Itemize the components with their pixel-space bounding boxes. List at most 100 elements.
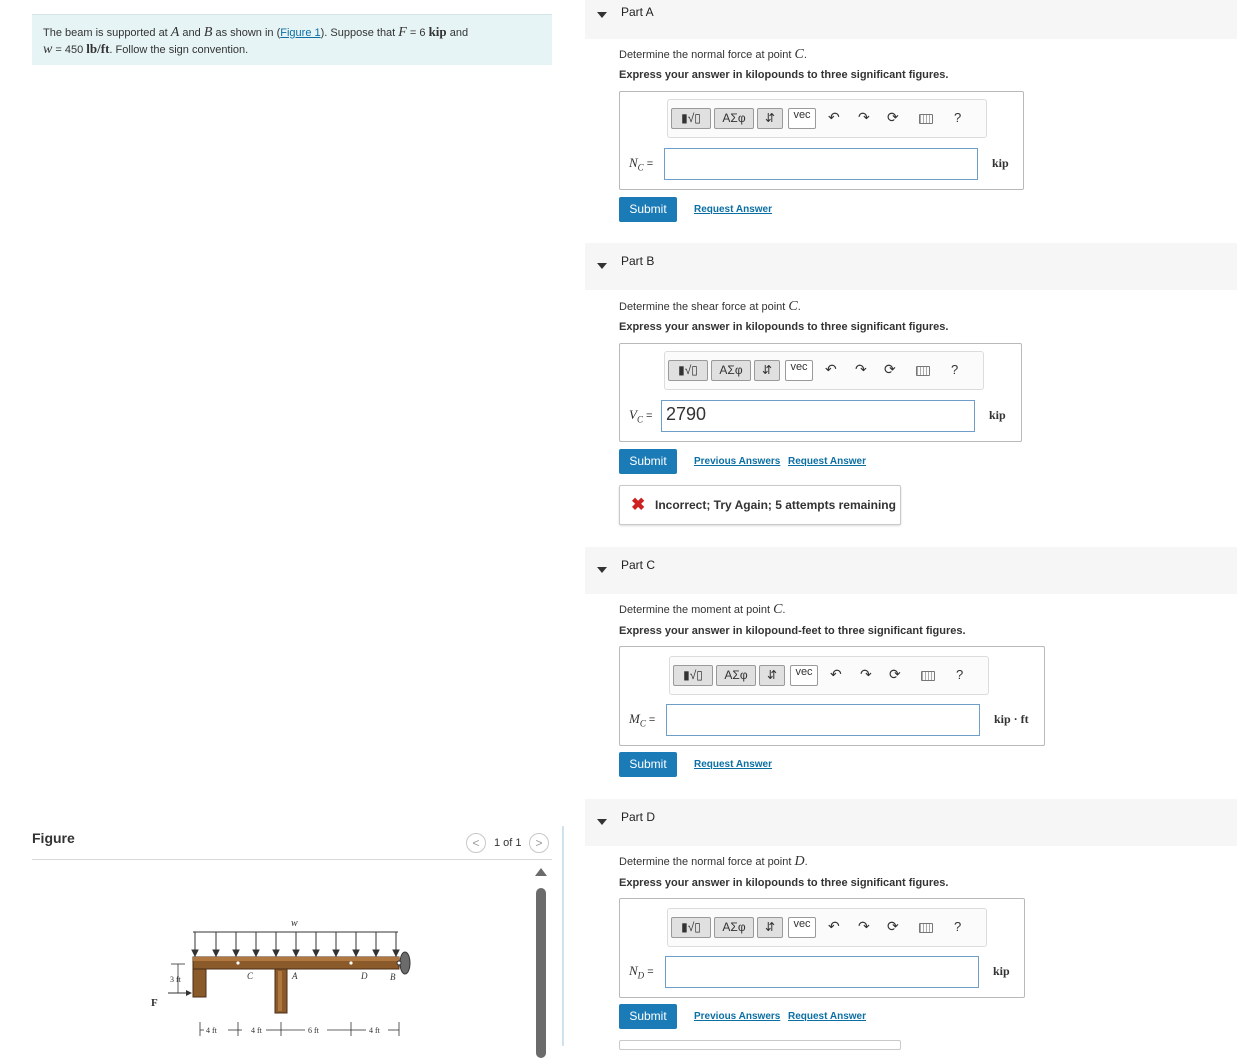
symbol-w: w (43, 42, 53, 57)
greek-button[interactable]: ΑΣφ (711, 360, 751, 381)
symbol-f: F (398, 25, 407, 40)
vec-button[interactable]: vec (788, 108, 816, 129)
part-c-instruction: Express your answer in kilopound-feet to… (619, 625, 966, 637)
greek-button[interactable]: ΑΣφ (714, 108, 754, 129)
unit-label: kip (992, 156, 1009, 170)
redo-icon[interactable]: ↷ (855, 361, 867, 378)
submit-button[interactable]: Submit (619, 752, 677, 777)
redo-icon[interactable]: ↷ (858, 918, 870, 935)
caret-down-icon (597, 12, 607, 18)
arrows-button[interactable]: ⇵ (757, 108, 783, 129)
feedback-box (619, 1040, 901, 1050)
greek-button[interactable]: ΑΣφ (714, 917, 754, 938)
submit-button[interactable]: Submit (619, 1004, 677, 1029)
templates-button[interactable]: ▮√▯ (673, 665, 713, 686)
feedback-incorrect: ✖ Incorrect; Try Again; 5 attempts remai… (619, 485, 901, 525)
dim-label-4ft: 4 ft (369, 1026, 381, 1035)
part-b-answer-box: ▮√▯ ΑΣφ ⇵ vec ↶ ↷ ⟳ ? VC = 2790 kip (619, 343, 1022, 442)
request-answer-link[interactable]: Request Answer (694, 759, 772, 770)
next-figure-button[interactable]: > (529, 833, 549, 853)
greek-button[interactable]: ΑΣφ (716, 665, 756, 686)
answer-input[interactable] (665, 956, 979, 988)
undo-icon[interactable]: ↶ (825, 361, 837, 378)
answer-input[interactable]: 2790 (661, 400, 975, 432)
templates-button[interactable]: ▮√▯ (671, 917, 711, 938)
problem-text: The beam is supported at (43, 27, 171, 39)
figure-divider (32, 859, 552, 860)
panel-divider (562, 826, 564, 1046)
equals-sign: = (643, 158, 654, 170)
templates-button[interactable]: ▮√▯ (668, 360, 708, 381)
template-icon: ▮√▯ (683, 668, 703, 682)
part-d-header[interactable]: Part D (585, 799, 1237, 846)
arrows-button[interactable]: ⇵ (754, 360, 780, 381)
previous-answers-link[interactable]: Previous Answers (694, 1011, 780, 1022)
help-button[interactable]: ? (954, 110, 961, 125)
keyboard-icon[interactable] (921, 671, 935, 681)
scroll-thumb[interactable] (536, 888, 546, 1058)
undo-icon[interactable]: ↶ (828, 918, 840, 935)
undo-icon[interactable]: ↶ (828, 109, 840, 126)
beam-highlight (193, 957, 399, 961)
help-button[interactable]: ? (956, 667, 963, 682)
arrows-button[interactable]: ⇵ (759, 665, 785, 686)
feedback-text: Incorrect; Try Again; 5 attempts remaini… (655, 498, 896, 512)
problem-text: . Follow the sign convention. (109, 44, 249, 56)
redo-icon[interactable]: ↷ (860, 666, 872, 683)
vec-button[interactable]: vec (785, 360, 813, 381)
keyboard-icon[interactable] (916, 366, 930, 376)
problem-text: and (446, 27, 469, 39)
keyboard-icon[interactable] (919, 923, 933, 933)
vec-button[interactable]: vec (790, 665, 818, 686)
unit-label: kip (989, 408, 1006, 422)
redo-icon[interactable]: ↷ (858, 109, 870, 126)
request-answer-link[interactable]: Request Answer (694, 204, 772, 215)
reset-icon[interactable]: ⟳ (884, 361, 896, 378)
vec-button[interactable]: vec (788, 917, 816, 938)
distributed-load-arrows (191, 932, 400, 958)
submit-button[interactable]: Submit (619, 197, 677, 222)
dim-label-4ft: 4 ft (251, 1026, 263, 1035)
previous-answers-link[interactable]: Previous Answers (694, 456, 780, 467)
question-text: . (804, 856, 808, 868)
arrows-button[interactable]: ⇵ (757, 917, 783, 938)
keyboard-icon[interactable] (919, 114, 933, 124)
request-answer-link[interactable]: Request Answer (788, 456, 866, 467)
part-d-question: Determine the normal force at point D. (619, 854, 808, 870)
reset-icon[interactable]: ⟳ (887, 109, 899, 126)
request-answer-link[interactable]: Request Answer (788, 1011, 866, 1022)
previous-figure-button[interactable]: < (466, 833, 486, 853)
point-symbol: C (788, 299, 798, 314)
variable-label: ND = (629, 963, 654, 981)
answer-input[interactable] (664, 148, 978, 180)
figure-scrollbar[interactable] (535, 868, 547, 1058)
question-text: Determine the normal force at point (619, 856, 795, 868)
part-a-question: Determine the normal force at point C. (619, 47, 807, 63)
part-a-header[interactable]: Part A (585, 0, 1237, 39)
point-symbol: C (794, 47, 804, 62)
undo-icon[interactable]: ↶ (830, 666, 842, 683)
help-button[interactable]: ? (951, 362, 958, 377)
reset-icon[interactable]: ⟳ (889, 666, 901, 683)
force-f-arrowhead (186, 990, 192, 996)
question-text: Determine the shear force at point (619, 301, 789, 313)
part-title: Part A (621, 5, 654, 19)
question-text: Determine the normal force at point (619, 49, 795, 61)
unit-label: kip · ft (994, 712, 1029, 726)
beam-figure: w C A D B 3 ft F 4 ft 4 ft 6 ft 4 ft (151, 918, 411, 1036)
templates-button[interactable]: ▮√▯ (671, 108, 711, 129)
equals-sign: = (645, 714, 656, 726)
part-b-header[interactable]: Part B (585, 243, 1237, 290)
var-symbol: N (629, 963, 638, 978)
question-text: . (782, 604, 786, 616)
figure-link[interactable]: Figure 1 (280, 27, 320, 39)
help-button[interactable]: ? (954, 919, 961, 934)
unit-kip: kip (428, 24, 447, 39)
scroll-up-arrow-icon[interactable] (535, 868, 547, 876)
reset-icon[interactable]: ⟳ (887, 918, 899, 935)
part-c-header[interactable]: Part C (585, 547, 1237, 594)
submit-button[interactable]: Submit (619, 449, 677, 474)
point-marker-c (236, 961, 240, 965)
caret-down-icon (597, 567, 607, 573)
answer-input[interactable] (666, 704, 980, 736)
